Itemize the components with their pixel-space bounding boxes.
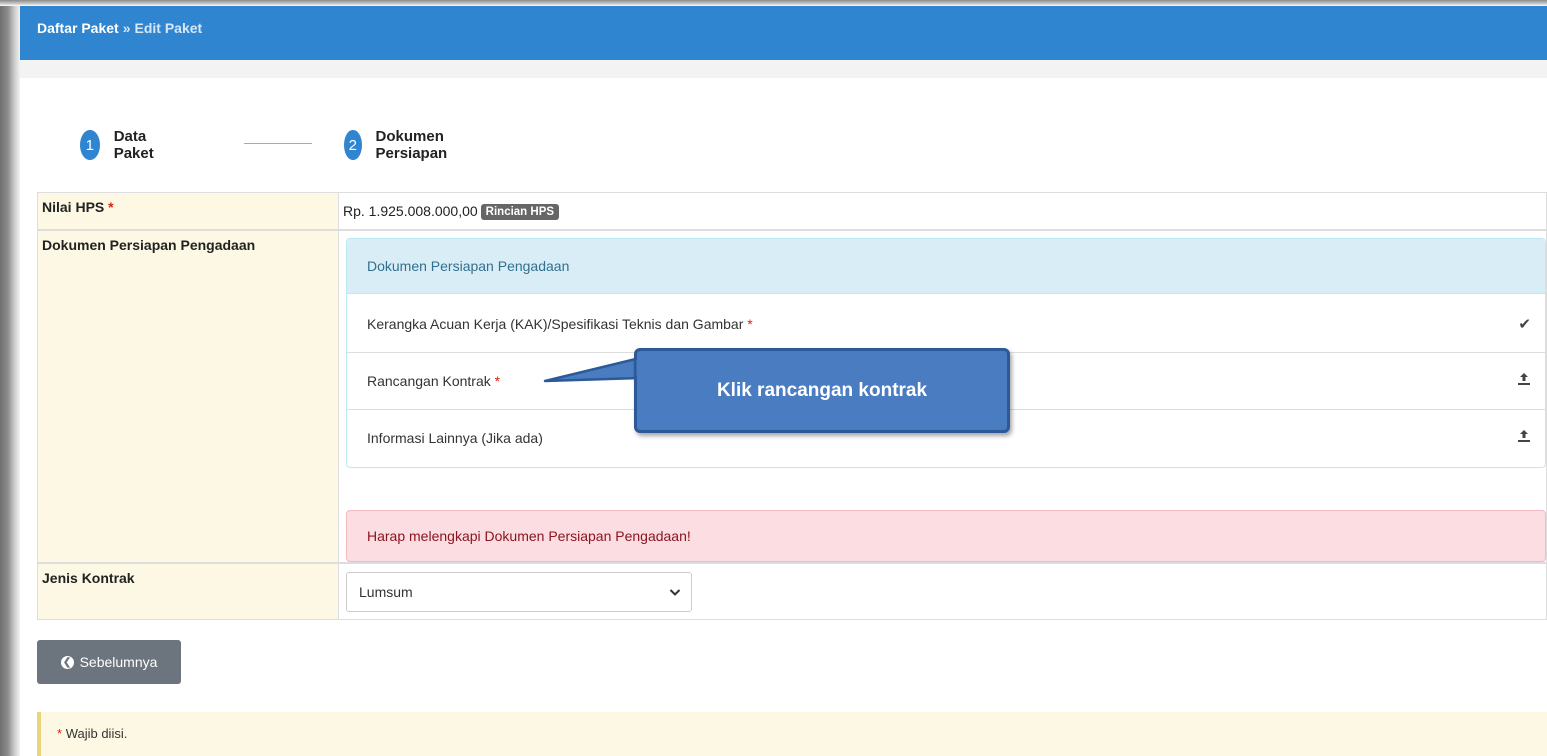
dokumen-panel-title: Dokumen Persiapan Pengadaan — [347, 239, 1545, 294]
doc-item-label: Rancangan Kontrak — [367, 373, 491, 389]
page-frame: Daftar Paket» Edit Paket 1 Data Paket 2 D… — [0, 0, 1547, 756]
chevron-down-icon — [669, 573, 681, 611]
dokumen-label: Dokumen Persiapan Pengadaan — [42, 237, 256, 253]
required-star: * — [57, 726, 63, 741]
doc-item-label: Kerangka Acuan Kerja (KAK)/Spesifikasi T… — [367, 316, 744, 332]
nilai-hps-label-cell: Nilai HPS * — [37, 192, 339, 230]
previous-button[interactable]: ❮ Sebelumnya — [37, 640, 181, 684]
header-bar: Daftar Paket» Edit Paket — [20, 6, 1547, 60]
jenis-kontrak-label-cell: Jenis Kontrak — [37, 563, 339, 620]
doc-item-kak[interactable]: Kerangka Acuan Kerja (KAK)/Spesifikasi T… — [347, 296, 1545, 353]
arrow-left-circle-icon: ❮ — [60, 655, 74, 669]
nilai-hps-value: Rp. 1.925.008.000,00 — [343, 203, 478, 219]
dokumen-alert: Harap melengkapi Dokumen Persiapan Penga… — [346, 510, 1546, 562]
breadcrumb-current: Edit Paket — [134, 20, 203, 36]
required-note-text: Wajib diisi. — [65, 726, 128, 741]
step-connector — [244, 143, 312, 144]
left-shadow — [0, 0, 20, 756]
step-dokumen-persiapan[interactable]: 2 Dokumen Persiapan — [344, 128, 460, 162]
callout-annotation: Klik rancangan kontrak — [634, 348, 1010, 433]
step-number: 1 — [80, 130, 100, 160]
required-star: * — [108, 199, 114, 215]
required-note: * Wajib diisi. — [37, 712, 1547, 756]
rincian-hps-button[interactable]: Rincian HPS — [480, 204, 560, 220]
step-data-paket[interactable]: 1 Data Paket — [80, 128, 164, 162]
breadcrumb-parent[interactable]: Daftar Paket — [37, 20, 119, 36]
sub-header — [20, 60, 1547, 78]
required-star: * — [747, 316, 753, 332]
doc-item-label: Informasi Lainnya (Jika ada) — [367, 430, 543, 446]
breadcrumb: Daftar Paket» Edit Paket — [37, 20, 202, 36]
breadcrumb-separator: » — [122, 20, 131, 36]
previous-button-label: Sebelumnya — [79, 654, 158, 670]
jenis-kontrak-selected: Lumsum — [359, 584, 413, 600]
jenis-kontrak-value-cell: Lumsum — [339, 563, 1547, 620]
jenis-kontrak-select[interactable]: Lumsum — [346, 572, 692, 612]
step-number: 2 — [344, 130, 362, 160]
jenis-kontrak-label: Jenis Kontrak — [42, 570, 135, 586]
step-label: Data Paket — [113, 128, 154, 162]
dokumen-label-cell: Dokumen Persiapan Pengadaan — [37, 230, 339, 563]
nilai-hps-label: Nilai HPS — [42, 199, 105, 215]
upload-icon[interactable] — [1517, 353, 1531, 410]
check-icon: ✔ — [1518, 316, 1531, 333]
required-star: * — [494, 373, 501, 389]
upload-icon[interactable] — [1517, 410, 1531, 467]
step-label: Dokumen Persiapan — [375, 128, 448, 162]
nilai-hps-value-cell: Rp. 1.925.008.000,00 Rincian HPS — [339, 192, 1547, 230]
